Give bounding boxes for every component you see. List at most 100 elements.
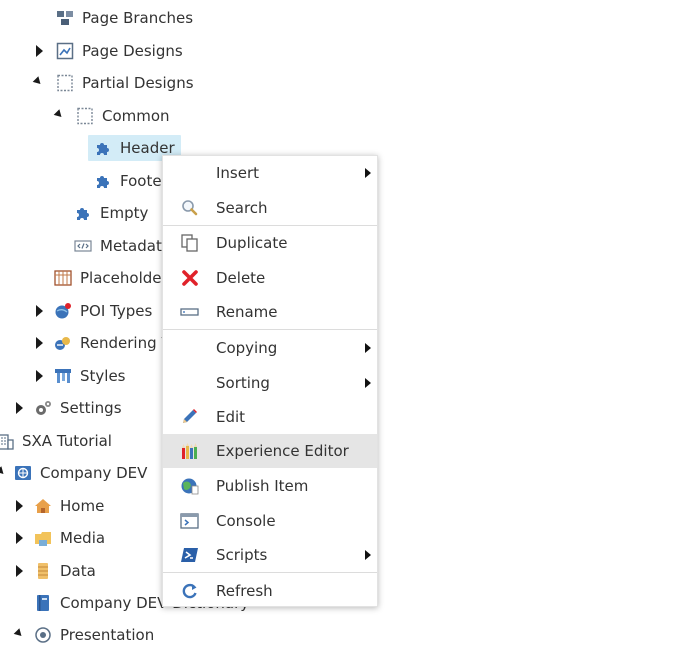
tree-item-label: Settings bbox=[60, 399, 122, 417]
tree-item-page-branches[interactable]: Page Branches bbox=[56, 5, 193, 31]
tree-item-label: Media bbox=[60, 529, 106, 547]
tree-item-label: Footer bbox=[120, 172, 168, 190]
tree-item-media[interactable]: Media bbox=[34, 525, 105, 551]
tree-item-placeholder[interactable]: Placeholder bbox=[54, 265, 168, 291]
submenu-arrow-icon bbox=[365, 378, 371, 388]
tree-item-common[interactable]: Common bbox=[76, 103, 170, 129]
tree-item-presentation[interactable]: Presentation bbox=[34, 622, 154, 648]
puzzle-piece-icon bbox=[94, 172, 112, 190]
menu-item-console[interactable]: Console bbox=[163, 504, 377, 538]
menu-separator bbox=[163, 572, 377, 573]
refresh-icon bbox=[180, 582, 200, 600]
publish-globe-icon bbox=[180, 477, 200, 495]
menu-item-label: Refresh bbox=[216, 582, 273, 600]
tree-item-label: POI Types bbox=[80, 302, 153, 320]
pencil-icon bbox=[180, 408, 200, 426]
console-terminal-icon bbox=[180, 512, 200, 530]
puzzle-piece-icon bbox=[74, 204, 92, 222]
collapse-arrow-icon[interactable] bbox=[13, 628, 25, 639]
menu-item-search[interactable]: Search bbox=[163, 191, 377, 225]
duplicate-pages-icon bbox=[180, 234, 200, 252]
magnifier-icon bbox=[180, 199, 200, 217]
menu-item-copying[interactable]: Copying bbox=[163, 331, 377, 365]
tree-item-label: Home bbox=[60, 497, 105, 515]
rename-field-icon bbox=[180, 303, 200, 321]
tree-item-company-dev[interactable]: Company DEV bbox=[14, 460, 147, 486]
expand-arrow-icon[interactable] bbox=[16, 402, 23, 414]
tree-item-data[interactable]: Data bbox=[34, 558, 96, 584]
tree-item-poi-types[interactable]: POI Types bbox=[54, 298, 152, 324]
page-branches-icon bbox=[56, 9, 74, 27]
menu-item-experience-editor[interactable]: Experience Editor bbox=[163, 434, 377, 468]
tree-item-metadata[interactable]: Metadata bbox=[74, 233, 171, 259]
menu-item-label: Rename bbox=[216, 303, 278, 321]
menu-separator bbox=[163, 329, 377, 330]
menu-item-insert[interactable]: Insert bbox=[163, 156, 377, 190]
expand-arrow-icon[interactable] bbox=[16, 500, 23, 512]
tree-item-sxa-tutorial[interactable]: SXA Tutorial bbox=[0, 428, 112, 454]
collapse-arrow-icon[interactable] bbox=[32, 76, 44, 87]
menu-item-refresh[interactable]: Refresh bbox=[163, 574, 377, 608]
submenu-arrow-icon bbox=[365, 168, 371, 178]
submenu-arrow-icon bbox=[365, 343, 371, 353]
tree-item-label: Partial Designs bbox=[82, 74, 194, 92]
tree-item-footer[interactable]: Footer bbox=[94, 168, 168, 194]
tree-item-settings[interactable]: Settings bbox=[34, 395, 122, 421]
menu-item-label: Experience Editor bbox=[216, 442, 349, 460]
gear-icon bbox=[34, 399, 52, 417]
tree-item-label: SXA Tutorial bbox=[22, 432, 112, 450]
delete-x-icon bbox=[180, 269, 200, 287]
globe-pin-icon bbox=[54, 302, 72, 320]
menu-item-label: Delete bbox=[216, 269, 266, 287]
tree-item-label: Data bbox=[60, 562, 96, 580]
presentation-icon bbox=[34, 626, 52, 644]
expand-arrow-icon[interactable] bbox=[16, 532, 23, 544]
tree-item-label: Rendering V bbox=[80, 334, 172, 352]
menu-item-delete[interactable]: Delete bbox=[163, 261, 377, 295]
expand-arrow-icon[interactable] bbox=[36, 305, 43, 317]
menu-item-sorting[interactable]: Sorting bbox=[163, 366, 377, 400]
tree-item-partial-designs[interactable]: Partial Designs bbox=[56, 70, 194, 96]
menu-item-label: Copying bbox=[216, 339, 278, 357]
menu-item-label: Duplicate bbox=[216, 234, 288, 252]
expand-arrow-icon[interactable] bbox=[16, 565, 23, 577]
tree-item-rendering-variants[interactable]: Rendering V bbox=[54, 330, 172, 356]
expand-arrow-icon[interactable] bbox=[36, 370, 43, 382]
rendering-variants-icon bbox=[54, 334, 72, 352]
menu-item-edit[interactable]: Edit bbox=[163, 400, 377, 434]
tree-item-label: Page Branches bbox=[82, 9, 194, 27]
expand-arrow-icon[interactable] bbox=[36, 337, 43, 349]
tree-item-empty[interactable]: Empty bbox=[74, 200, 148, 226]
placeholder-grid-icon bbox=[54, 269, 72, 287]
collapse-arrow-icon[interactable] bbox=[0, 466, 7, 477]
code-tag-icon bbox=[74, 237, 92, 255]
expand-arrow-icon[interactable] bbox=[36, 45, 43, 57]
tree-item-label: Placeholder bbox=[80, 269, 168, 287]
tree-item-styles[interactable]: Styles bbox=[54, 363, 126, 389]
media-folder-icon bbox=[34, 529, 52, 547]
tree-item-label: Company DEV bbox=[40, 464, 148, 482]
collapse-arrow-icon[interactable] bbox=[53, 109, 65, 120]
page-designs-icon bbox=[56, 42, 74, 60]
site-globe-icon bbox=[14, 464, 32, 482]
tree-item-label: Styles bbox=[80, 367, 126, 385]
menu-item-scripts[interactable]: Scripts bbox=[163, 538, 377, 572]
menu-item-label: Publish Item bbox=[216, 477, 309, 495]
tree-item-label: Presentation bbox=[60, 626, 155, 644]
tree-item-home[interactable]: Home bbox=[34, 493, 104, 519]
tree-item-page-designs[interactable]: Page Designs bbox=[56, 38, 183, 64]
menu-item-publish-item[interactable]: Publish Item bbox=[163, 469, 377, 503]
menu-item-duplicate[interactable]: Duplicate bbox=[163, 226, 377, 260]
menu-item-label: Sorting bbox=[216, 374, 270, 392]
styles-brush-icon bbox=[54, 367, 72, 385]
menu-item-label: Edit bbox=[216, 408, 246, 426]
tree-item-label: Metadata bbox=[100, 237, 172, 255]
tree-item-label: Empty bbox=[100, 204, 149, 222]
menu-item-label: Insert bbox=[216, 164, 260, 182]
menu-item-label: Console bbox=[216, 512, 276, 530]
puzzle-piece-icon bbox=[94, 139, 112, 157]
home-icon bbox=[34, 497, 52, 515]
dictionary-book-icon bbox=[34, 594, 52, 612]
experience-editor-icon bbox=[180, 442, 200, 460]
menu-item-rename[interactable]: Rename bbox=[163, 295, 377, 329]
